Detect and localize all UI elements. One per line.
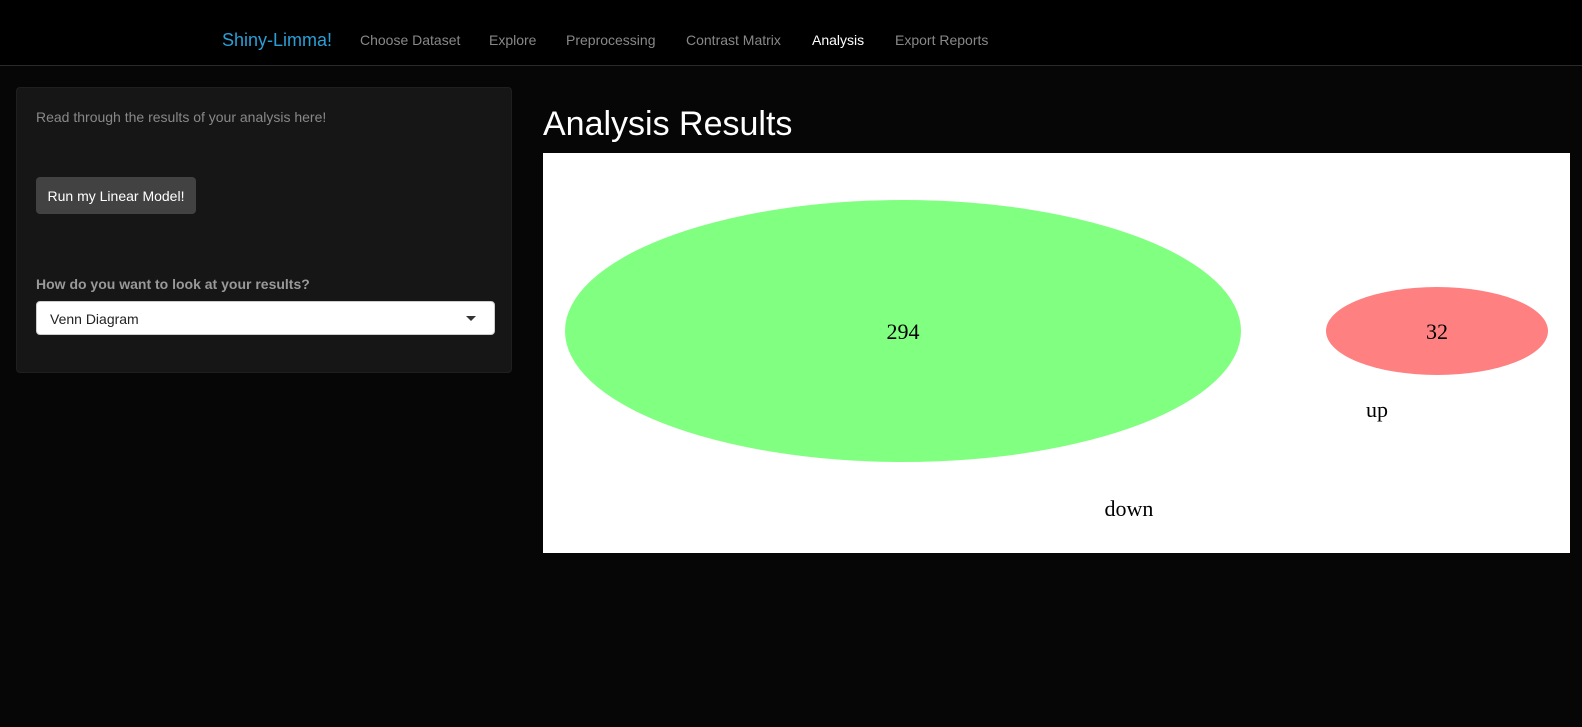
venn-count-down: 294 [887,319,920,344]
tab-choose-dataset[interactable]: Choose Dataset [360,31,460,49]
tab-contrast-matrix[interactable]: Contrast Matrix [686,31,781,49]
tab-explore[interactable]: Explore [489,31,536,49]
tab-export-reports[interactable]: Export Reports [895,31,988,49]
tab-preprocessing[interactable]: Preprocessing [566,31,656,49]
venn-diagram-svg: 294 32 up down [565,200,1548,521]
view-select[interactable]: Venn Diagram [36,301,495,335]
view-select-label: How do you want to look at your results? [36,276,310,292]
venn-label-up: up [1366,397,1388,422]
brand-link[interactable]: Shiny-Limma! [222,29,332,51]
venn-count-up: 32 [1426,319,1448,344]
run-linear-model-button[interactable]: Run my Linear Model! [36,177,196,214]
page-title: Analysis Results [543,105,793,143]
sidebar-panel: Read through the results of your analysi… [16,87,512,373]
navbar: Shiny-Limma! Choose Dataset Explore Prep… [0,0,1582,66]
sidebar-intro-text: Read through the results of your analysi… [36,109,327,125]
view-select-value: Venn Diagram [50,311,139,327]
venn-label-down: down [1105,496,1154,521]
chevron-down-icon [466,316,476,321]
venn-diagram-plot: 294 32 up down [543,153,1570,553]
tab-analysis[interactable]: Analysis [812,31,864,49]
